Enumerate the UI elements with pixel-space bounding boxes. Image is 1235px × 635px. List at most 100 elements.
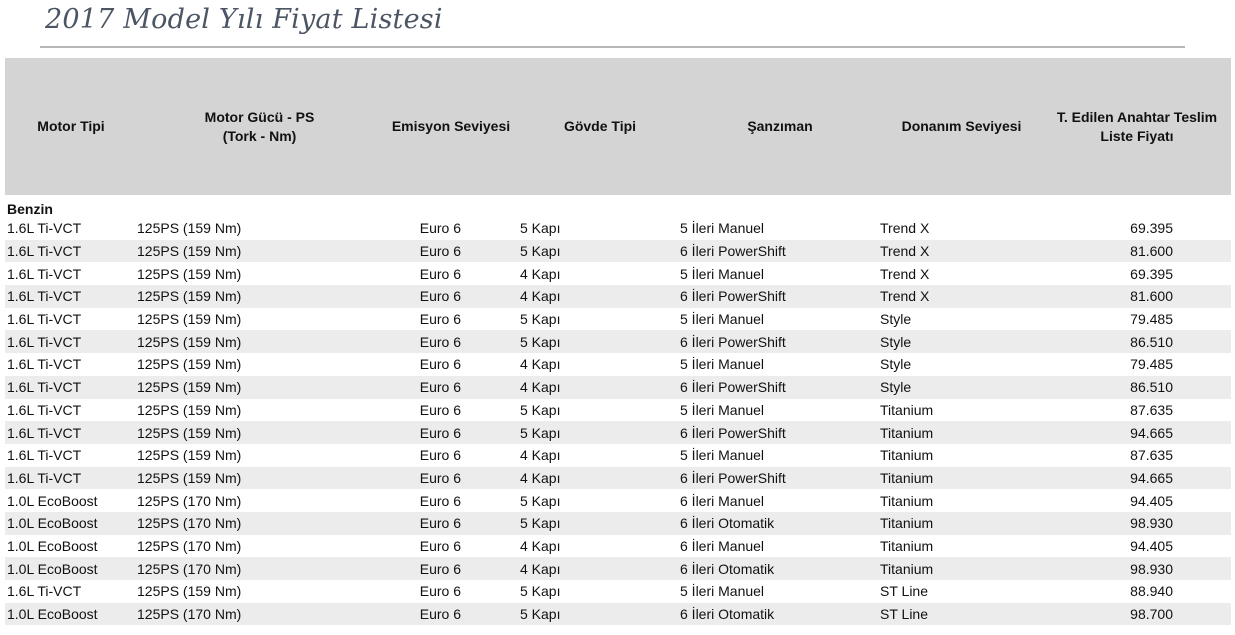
header-motor-gucu: Motor Gücü - PS (Tork - Nm) (137, 58, 382, 195)
cell-govde-tipi: 5 Kapı (520, 239, 680, 263)
cell-fiyat: 87.635 (1130, 401, 1173, 418)
cell-emisyon: Euro 6 (382, 602, 520, 626)
cell-motor-gucu: 125PS (159 Nm) (137, 447, 242, 464)
cell-sanziman: 6 İleri Manuel (680, 492, 765, 509)
cell-donanim: Titanium (880, 492, 934, 509)
cell-emisyon: Euro 6 (419, 220, 461, 237)
table-row: 1.6L Ti-VCT 125PS (159 Nm) Euro 65 Kapı 6 İ… (5, 330, 1231, 354)
cell-motor-gucu: 125PS (159 Nm) (137, 375, 382, 399)
cell-donanim: Titanium (880, 466, 1043, 490)
cell-govde-tipi: 4 Kapı (520, 285, 680, 308)
cell-sanziman: 6 İleri Manuel (680, 537, 765, 554)
cell-emisyon: Euro 6 (419, 447, 461, 464)
table-row: 1.0L EcoBoost 125PS (170 Nm) Euro 65 Kapı 6… (5, 602, 1231, 626)
cell-govde-tipi: 4 Kapı (520, 265, 561, 282)
cell-fiyat: 79.485 (1130, 356, 1173, 373)
table-row: 1.6L Ti-VCT 125PS (159 Nm) Euro 6 4 Kapı 5 İ… (5, 353, 1231, 376)
cell-fiyat: 98.700 (1043, 602, 1231, 626)
cell-donanim: Trend X (880, 239, 1043, 263)
cell-motor-tipi: 1.6L Ti-VCT (5, 330, 137, 354)
table-row: 1.0L EcoBoost 125PS (170 Nm) Euro 65 Kapı 6… (5, 489, 1231, 512)
cell-motor-gucu: 125PS (170 Nm) (137, 511, 382, 535)
cell-govde-tipi: 5 Kapı (520, 583, 561, 600)
header-govde-tipi: Gövde Tipi (520, 58, 680, 195)
cell-donanim: Titanium (880, 421, 1043, 444)
cell-sanziman: 5 İleri Manuel (680, 401, 765, 418)
cell-sanziman: 5 İleri Manuel (680, 265, 765, 282)
cell-fiyat: 88.940 (1130, 583, 1173, 600)
table-row: 1.6L Ti-VCT 125PS (159 Nm) Euro 64 Kapı 6 İ… (5, 466, 1231, 490)
header-label-line: Liste Fiyatı (1100, 127, 1174, 144)
cell-motor-gucu: 125PS (170 Nm) (137, 537, 242, 554)
cell-govde-tipi: 5 Kapı (520, 511, 680, 535)
title-divider (40, 46, 1185, 48)
price-table: Motor Tipi Motor Gücü - PS (Tork - Nm) Emis… (5, 58, 1231, 626)
cell-fiyat: 94.665 (1043, 421, 1231, 444)
cell-sanziman: 5 İleri Manuel (680, 311, 765, 328)
cell-govde-tipi: 5 Kapı (520, 330, 680, 354)
table-row: 1.6L Ti-VCT 125PS (159 Nm) Euro 6 4 Kapı 5 İ… (5, 444, 1231, 467)
cell-emisyon: Euro 6 (382, 285, 520, 308)
table-row: 1.0L EcoBoost 125PS (170 Nm) Euro 6 4 Kapı 6… (5, 535, 1231, 558)
cell-motor-tipi: 1.6L Ti-VCT (5, 421, 137, 444)
cell-donanim: ST Line (880, 602, 1043, 626)
cell-donanim: Style (880, 375, 1043, 399)
cell-donanim: Titanium (880, 511, 1043, 535)
cell-donanim: Titanium (880, 401, 934, 418)
cell-govde-tipi: 4 Kapı (520, 356, 561, 373)
cell-govde-tipi: 5 Kapı (520, 220, 561, 237)
cell-motor-tipi: 1.6L Ti-VCT (7, 356, 82, 373)
header-label-line: T. Edilen Anahtar Teslim (1056, 108, 1218, 125)
cell-fiyat: 98.930 (1043, 557, 1231, 580)
cell-sanziman: 6 İleri PowerShift (680, 239, 880, 263)
cell-govde-tipi: 5 Kapı (520, 311, 561, 328)
cell-emisyon: Euro 6 (382, 421, 520, 444)
cell-donanim: Trend X (880, 265, 930, 282)
cell-motor-tipi: 1.6L Ti-VCT (5, 285, 137, 308)
cell-motor-tipi: 1.0L EcoBoost (5, 511, 137, 535)
cell-fiyat: 94.405 (1130, 492, 1173, 509)
header-label-line: Şanzıman (747, 118, 813, 134)
cell-donanim: Titanium (880, 557, 1043, 580)
cell-motor-gucu: 125PS (159 Nm) (137, 311, 242, 328)
table-row: 1.6L Ti-VCT 125PS (159 Nm) Euro 6 5 Kapı 5 İ… (5, 217, 1231, 240)
cell-govde-tipi: 5 Kapı (520, 421, 680, 444)
cell-donanim: Titanium (880, 447, 934, 464)
cell-emisyon: Euro 6 (419, 583, 461, 600)
cell-fiyat: 69.395 (1130, 265, 1173, 282)
cell-motor-gucu: 125PS (159 Nm) (137, 265, 242, 282)
cell-sanziman: 6 İleri Otomatik (680, 511, 880, 535)
cell-motor-gucu: 125PS (159 Nm) (137, 220, 242, 237)
cell-emisyon: Euro 6 (382, 375, 520, 399)
header-label-line: Donanım Seviyesi (901, 118, 1022, 134)
cell-fiyat: 87.635 (1130, 447, 1173, 464)
cell-donanim: Trend X (880, 285, 1043, 308)
cell-sanziman: 5 İleri Manuel (680, 583, 765, 600)
cell-emisyon: Euro 6 (419, 537, 461, 554)
cell-fiyat: 69.395 (1130, 220, 1173, 237)
cell-motor-gucu: 125PS (159 Nm) (137, 239, 382, 263)
table-row: 1.6L Ti-VCT 125PS (159 Nm) Euro 65 Kapı 6 İ… (5, 421, 1231, 444)
cell-donanim: Style (880, 356, 912, 373)
cell-motor-gucu: 125PS (159 Nm) (137, 401, 242, 418)
cell-motor-tipi: 1.6L Ti-VCT (7, 583, 82, 600)
cell-motor-tipi: 1.6L Ti-VCT (7, 220, 82, 237)
cell-sanziman: 6 İleri PowerShift (680, 466, 880, 490)
cell-emisyon: Euro 6 (419, 265, 461, 282)
header-row: Motor Tipi Motor Gücü - PS (Tork - Nm) Emis… (5, 58, 1231, 195)
cell-sanziman: 5 İleri Manuel (680, 356, 765, 373)
cell-emisyon: Euro 6 (419, 492, 461, 509)
cell-emisyon: Euro 6 (382, 466, 520, 490)
cell-motor-tipi: 1.0L EcoBoost (5, 557, 137, 580)
table-row: 1.6L Ti-VCT 125PS (159 Nm) Euro 6 5 Kapı 5 İ… (5, 399, 1231, 422)
cell-fiyat: 81.600 (1043, 239, 1231, 263)
table-row: 1.6L Ti-VCT 125PS (159 Nm) Euro 64 Kapı 6 İ… (5, 285, 1231, 308)
cell-donanim: ST Line (880, 583, 928, 600)
cell-fiyat: 94.405 (1130, 537, 1173, 554)
header-motor-tipi: Motor Tipi (5, 58, 137, 195)
cell-emisyon: Euro 6 (419, 401, 461, 418)
cell-motor-gucu: 125PS (170 Nm) (137, 602, 382, 626)
table-row: 1.6L Ti-VCT 125PS (159 Nm) Euro 6 4 Kapı 5 İ… (5, 262, 1231, 285)
cell-fiyat: 98.930 (1043, 511, 1231, 535)
cell-motor-tipi: 1.6L Ti-VCT (7, 447, 82, 464)
